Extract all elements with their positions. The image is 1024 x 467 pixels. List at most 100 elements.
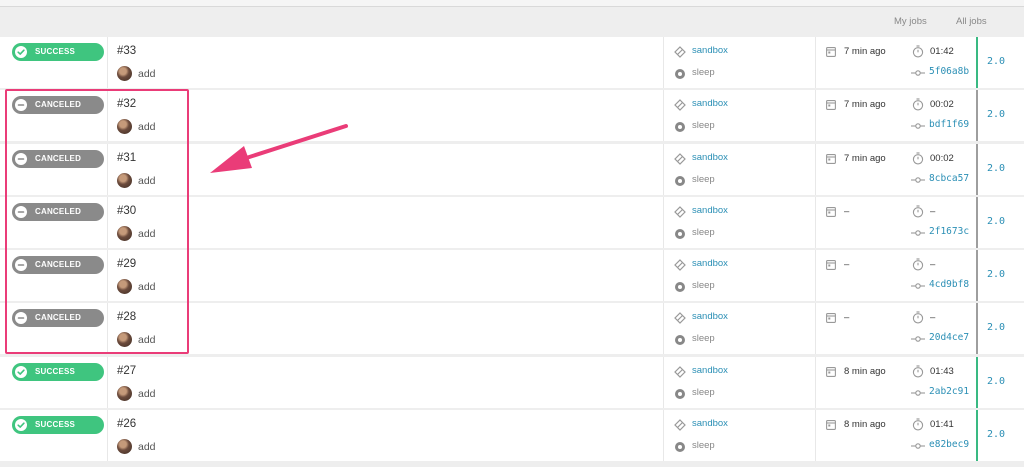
status-badge[interactable]: CANCELED <box>12 256 104 275</box>
environment-link[interactable]: sandbox <box>692 258 728 269</box>
job-row[interactable]: SUCCESS #33 add sandbox sleep 7 min ago <box>0 37 1024 88</box>
environment-link[interactable]: sandbox <box>692 418 728 429</box>
environment-icon <box>674 99 686 112</box>
version-link[interactable]: 2.0 <box>987 56 1005 67</box>
job-version-cell: 2.0 <box>976 356 1024 408</box>
job-version-cell: 2.0 <box>976 90 1024 142</box>
environment-link[interactable]: sandbox <box>692 45 728 56</box>
status-label: CANCELED <box>35 206 82 216</box>
calendar-icon <box>826 260 836 271</box>
commit-message: add <box>138 227 156 240</box>
check-circle-icon <box>15 46 27 58</box>
status-badge[interactable]: CANCELED <box>12 149 104 168</box>
job-number[interactable]: #28 <box>117 311 136 323</box>
status-badge[interactable]: SUCCESS <box>12 362 104 381</box>
stage-name: sleep <box>692 120 715 132</box>
environment-link[interactable]: sandbox <box>692 98 728 109</box>
environment-link[interactable]: sandbox <box>692 311 728 322</box>
tab-all-jobs[interactable]: All jobs <box>956 16 987 27</box>
stage-dot-icon <box>675 122 685 133</box>
job-env-cell: sandbox sleep <box>664 410 816 462</box>
environment-link[interactable]: sandbox <box>692 365 728 376</box>
calendar-icon <box>826 313 836 324</box>
environment-link[interactable]: sandbox <box>692 205 728 216</box>
job-number[interactable]: #33 <box>117 45 136 57</box>
version-link[interactable]: 2.0 <box>987 216 1005 227</box>
job-number[interactable]: #29 <box>117 258 136 270</box>
commit-sha-link[interactable]: 2f1673c <box>929 226 969 237</box>
job-row[interactable]: CANCELED #32 add sandbox sleep 7 min ago <box>0 90 1024 142</box>
job-row[interactable]: CANCELED #28 add sandbox sleep – – 20d4c… <box>0 303 1024 355</box>
environment-icon <box>674 312 686 325</box>
commit-icon <box>911 123 925 130</box>
status-badge[interactable]: SUCCESS <box>12 43 104 61</box>
calendar-icon <box>826 366 836 377</box>
stage-name: sleep <box>692 280 715 292</box>
timer-icon <box>912 98 924 111</box>
commit-icon <box>911 70 925 76</box>
version-link[interactable]: 2.0 <box>987 269 1005 280</box>
job-row[interactable]: SUCCESS #26 add sandbox sleep 8 min ago <box>0 410 1024 462</box>
version-link[interactable]: 2.0 <box>987 322 1005 333</box>
commit-sha-link[interactable]: 8cbca57 <box>929 173 969 184</box>
job-status-cell: SUCCESS <box>0 37 108 88</box>
status-badge[interactable]: CANCELED <box>12 309 104 328</box>
calendar-icon <box>826 420 836 431</box>
status-badge[interactable]: CANCELED <box>12 96 104 115</box>
status-badge[interactable]: CANCELED <box>12 202 104 221</box>
minus-circle-icon <box>15 152 27 165</box>
status-badge[interactable]: SUCCESS <box>12 416 104 435</box>
job-version-cell: 2.0 <box>976 250 1024 302</box>
minus-circle-icon <box>15 259 27 272</box>
job-env-cell: sandbox sleep <box>664 356 816 408</box>
created-ago: – <box>844 312 850 324</box>
tab-my-jobs[interactable]: My jobs <box>894 16 927 27</box>
minus-circle-icon <box>15 205 27 218</box>
job-number[interactable]: #26 <box>117 418 136 430</box>
commit-sha-link[interactable]: 20d4ce7 <box>929 332 969 343</box>
job-number[interactable]: #32 <box>117 98 136 110</box>
created-ago: – <box>844 205 850 217</box>
commit-sha-link[interactable]: 2ab2c91 <box>929 386 969 397</box>
created-ago: – <box>844 259 850 271</box>
commit-message: add <box>138 68 156 80</box>
stage-name: sleep <box>692 226 715 238</box>
commit-message: add <box>138 441 156 454</box>
job-row[interactable]: CANCELED #29 add sandbox sleep – – 4cd9b… <box>0 250 1024 302</box>
job-number[interactable]: #27 <box>117 365 136 377</box>
job-row[interactable]: SUCCESS #27 add sandbox sleep 8 min ago <box>0 356 1024 408</box>
stage-name: sleep <box>692 173 715 185</box>
avatar <box>117 225 132 241</box>
commit-sha-link[interactable]: bdf1f69 <box>929 119 969 130</box>
version-link[interactable]: 2.0 <box>987 163 1005 174</box>
environment-icon <box>674 259 686 272</box>
status-label: SUCCESS <box>35 420 76 430</box>
duration: – <box>930 259 936 271</box>
job-number[interactable]: #31 <box>117 152 136 164</box>
job-scope-tabs: My jobs All jobs <box>0 16 1024 30</box>
status-label: CANCELED <box>35 153 82 163</box>
job-row[interactable]: CANCELED #30 add sandbox sleep – – 2f167… <box>0 196 1024 248</box>
version-link[interactable]: 2.0 <box>987 376 1005 387</box>
check-circle-icon <box>15 365 27 378</box>
avatar <box>117 385 132 401</box>
timer-icon <box>912 365 924 378</box>
environment-link[interactable]: sandbox <box>692 152 728 163</box>
job-env-cell: sandbox sleep <box>664 90 816 142</box>
duration: 00:02 <box>930 99 954 111</box>
job-info-cell: #30 add <box>108 196 664 248</box>
version-link[interactable]: 2.0 <box>987 429 1005 440</box>
commit-icon <box>911 283 925 289</box>
commit-sha-link[interactable]: 5f06a8b <box>929 66 969 77</box>
version-link[interactable]: 2.0 <box>987 109 1005 120</box>
duration: – <box>930 312 936 324</box>
job-number[interactable]: #30 <box>117 205 136 217</box>
minus-circle-icon <box>15 312 27 325</box>
timer-icon <box>912 151 924 165</box>
commit-sha-link[interactable]: 4cd9bf8 <box>929 279 969 290</box>
commit-sha-link[interactable]: e82bec9 <box>929 439 969 450</box>
stage-dot-icon <box>675 228 685 239</box>
job-row[interactable]: CANCELED #31 add sandbox sleep 7 min ago <box>0 143 1024 195</box>
status-label: CANCELED <box>35 100 82 110</box>
duration: 01:42 <box>930 46 954 57</box>
